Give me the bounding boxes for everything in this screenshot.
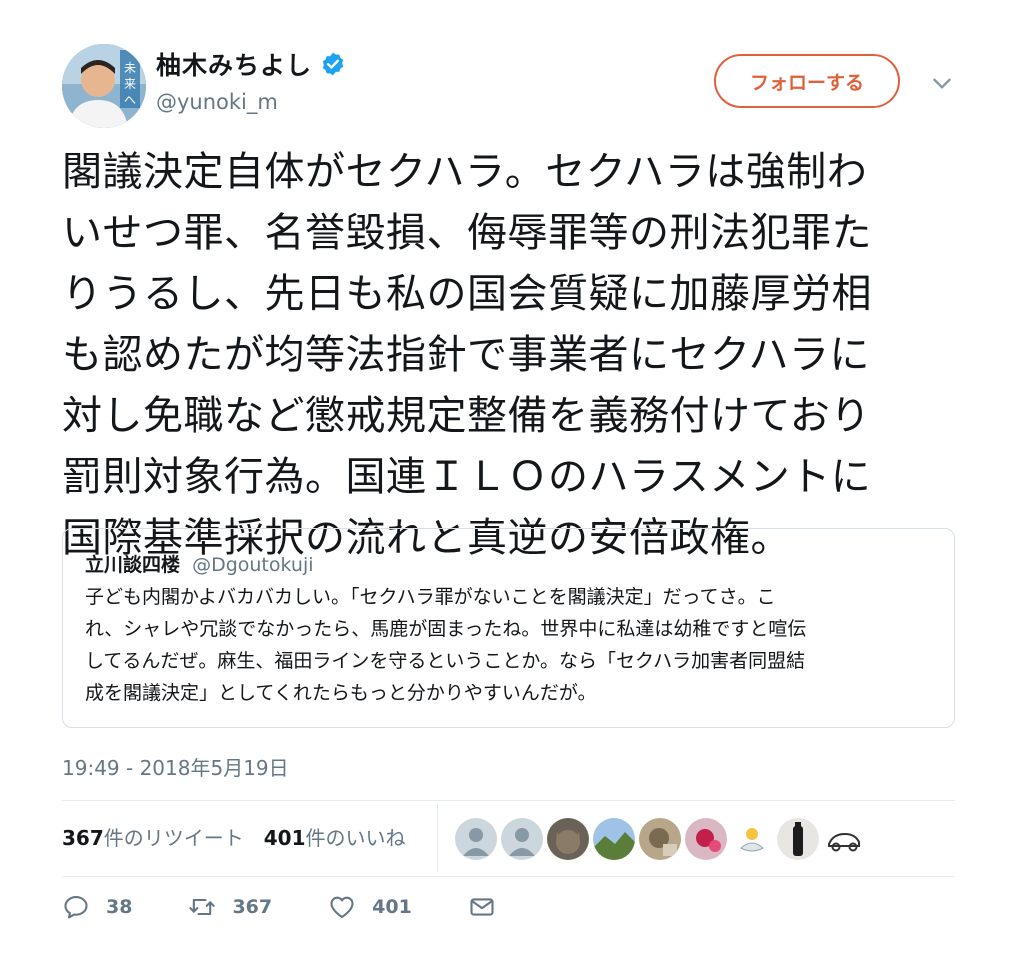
flower-avatar[interactable] [685,818,727,860]
retweets-stat-count: 367 [62,826,104,850]
retweet-icon [189,898,216,916]
divider-bottom [62,876,955,877]
stats-separator [437,804,438,872]
quoted-line: 成を閣議決定」としてくれたらもっと分かりやすいんだが。 [85,682,597,704]
tweet-line: 罰則対象行為。国連ＩＬＯのハラスメントに [62,454,872,500]
reply-button[interactable]: 38 [62,893,132,921]
direct-message-button[interactable] [468,893,496,921]
envelope-icon [470,898,494,916]
quoted-tweet[interactable]: 立川談四楼 @Dgoutokuji 子ども内閣かよバカバカしい。「セクハラ罪がな… [62,528,955,728]
reply-count: 38 [106,896,133,918]
author-name-row: 柚木みちよし [156,46,346,82]
tweet-line: 閣議決定自体がセクハラ。セクハラは強制わ [62,149,868,195]
engagement-stats: 367件のリツイート 401件のいいね [62,822,406,851]
tweet-line: も認めたが均等法指針で事業者にセクハラに [62,332,870,378]
like-button[interactable]: 401 [328,893,412,921]
tweet-line: りうるし、先日も私の国会質疑に加藤厚労相 [62,271,872,317]
car-sketch-avatar[interactable] [823,818,865,860]
follow-button[interactable]: フォローする [714,54,900,108]
likes-stat-label: 件のいいね [305,826,406,850]
liker-avatars [455,818,865,860]
like-count: 401 [372,896,412,918]
likes-stat[interactable]: 401件のいいね [264,822,406,851]
cartoon-avatar[interactable] [731,818,773,860]
heart-icon [330,896,354,918]
default-avatar-icon[interactable] [455,818,497,860]
quoted-line: 子ども内閣かよバカバカしい。「セクハラ罪がないことを閣議決定」だってさ。こ [85,586,776,608]
quoted-line: してるんだぜ。麻生、福田ラインを守るということか。なら「セクハラ加害者同盟結 [85,650,806,672]
quoted-tweet-header: 立川談四楼 @Dgoutokuji [85,550,314,577]
author-name[interactable]: 柚木みちよし [156,46,312,82]
author-handle[interactable]: @yunoki_m [156,90,278,114]
verified-badge-icon [322,52,344,76]
retweets-stat[interactable]: 367件のリツイート [62,822,244,851]
avatar-photo: 未 来 へ [62,44,146,128]
landscape-avatar[interactable] [593,818,635,860]
bottle-avatar[interactable] [777,818,819,860]
chevron-down-icon[interactable] [929,70,955,96]
author-avatar[interactable]: 未 来 へ [62,44,146,128]
quoted-tweet-text: 子ども内閣かよバカバカしい。「セクハラ罪がないことを閣議決定」だってさ。こ れ、… [85,581,945,709]
default-avatar-icon[interactable] [501,818,543,860]
tweet-line: 対し免職など懲戒規定整備を義務付けており [62,393,871,439]
likes-stat-count: 401 [263,826,306,850]
tweet-line: いせつ罪、名誉毀損、侮辱罪等の刑法犯罪た [62,210,872,256]
tweet-timestamp[interactable]: 19:49 - 2018年5月19日 [62,752,289,781]
avatar-caption-char-1: 未 [124,61,136,75]
quoted-line: れ、シャレや冗談でなかったら、馬鹿が固まったね。世界中に私達は幼稚ですと喧伝 [85,618,807,640]
tweet-text: 閣議決定自体がセクハラ。セクハラは強制わ いせつ罪、名誉毀損、侮辱罪等の刑法犯罪… [62,142,962,569]
avatar-caption-char-3: へ [124,93,136,107]
avatar-caption-char-2: 来 [124,77,136,91]
retweets-stat-label: 件のリツイート [103,826,244,850]
divider-top [62,800,955,801]
retweet-count: 367 [232,896,273,918]
photo-avatar[interactable] [639,818,681,860]
cat-avatar[interactable] [547,818,589,860]
reply-icon [64,896,88,919]
quoted-author-handle: @Dgoutokuji [192,554,314,576]
action-bar: 38 367 401 [62,893,552,921]
retweet-button[interactable]: 367 [188,893,272,921]
quoted-author-name: 立川談四楼 [85,554,181,576]
